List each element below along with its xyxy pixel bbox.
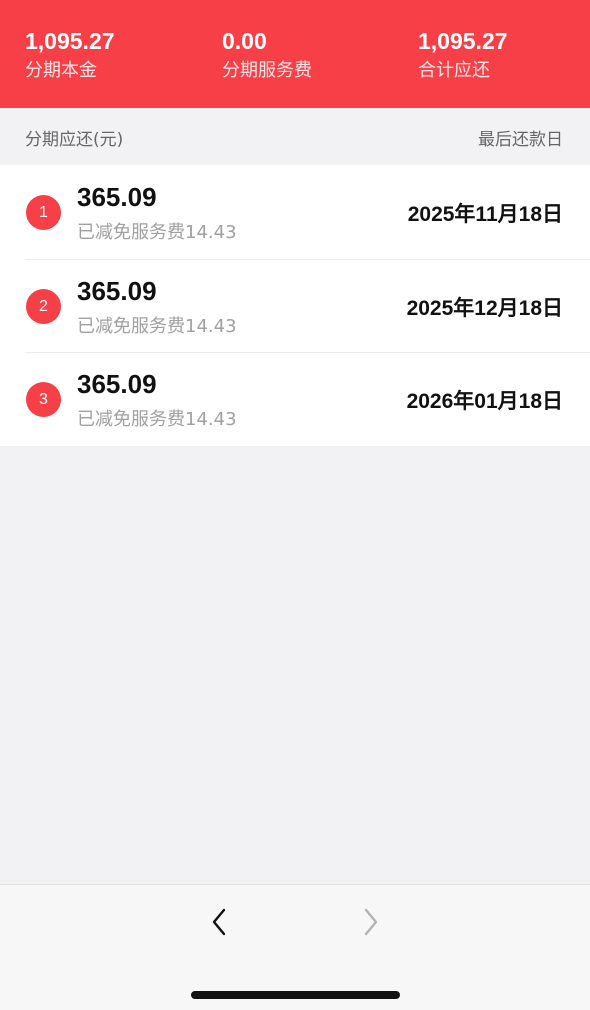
column-header: 分期应还(元) 最后还款日 bbox=[0, 108, 590, 165]
due-date: 2025年12月18日 bbox=[406, 296, 563, 320]
total-value: 1,095.27 bbox=[418, 28, 508, 54]
due-date-column-label: 最后还款日 bbox=[478, 130, 563, 150]
amount-column-label: 分期应还(元) bbox=[25, 130, 124, 150]
service-fee-value: 0.00 bbox=[222, 28, 267, 54]
browser-toolbar bbox=[0, 884, 590, 1010]
installment-summary: 1,095.27 分期本金 0.00 分期服务费 1,095.27 合计应还 bbox=[0, 0, 590, 108]
installment-amount: 365.09 bbox=[77, 182, 157, 212]
installment-row: 3 365.09 已减免服务费14.43 2026年01月18日 bbox=[0, 352, 590, 446]
installment-amount: 365.09 bbox=[77, 369, 157, 399]
installment-number-badge: 1 bbox=[26, 195, 61, 230]
principal-summary: 1,095.27 分期本金 bbox=[25, 28, 115, 83]
principal-label: 分期本金 bbox=[25, 60, 97, 81]
principal-value: 1,095.27 bbox=[25, 28, 115, 54]
chevron-left-icon bbox=[212, 908, 226, 936]
total-label: 合计应还 bbox=[418, 60, 490, 81]
installment-row: 2 365.09 已减免服务费14.43 2025年12月18日 bbox=[0, 258, 590, 353]
total-summary: 1,095.27 合计应还 bbox=[418, 28, 508, 83]
service-fee-summary: 0.00 分期服务费 bbox=[222, 28, 312, 83]
installment-row: 1 365.09 已减免服务费14.43 2025年11月18日 bbox=[0, 165, 590, 259]
installment-number-badge: 2 bbox=[26, 288, 61, 324]
installment-list: 1 365.09 已减免服务费14.43 2025年11月18日 2 365.0… bbox=[0, 165, 590, 446]
waived-fee-note: 已减免服务费14.43 bbox=[77, 222, 237, 243]
installment-amount: 365.09 bbox=[77, 275, 157, 306]
back-button[interactable] bbox=[204, 907, 234, 937]
due-date: 2025年11月18日 bbox=[407, 203, 563, 226]
due-date: 2026年01月18日 bbox=[406, 390, 563, 413]
service-fee-label: 分期服务费 bbox=[222, 60, 312, 81]
home-indicator[interactable] bbox=[191, 991, 400, 999]
chevron-right-icon bbox=[364, 908, 378, 936]
forward-button[interactable] bbox=[356, 907, 386, 937]
waived-fee-note: 已减免服务费14.43 bbox=[77, 409, 237, 430]
installment-number-badge: 3 bbox=[26, 382, 61, 417]
waived-fee-note: 已减免服务费14.43 bbox=[77, 315, 237, 337]
